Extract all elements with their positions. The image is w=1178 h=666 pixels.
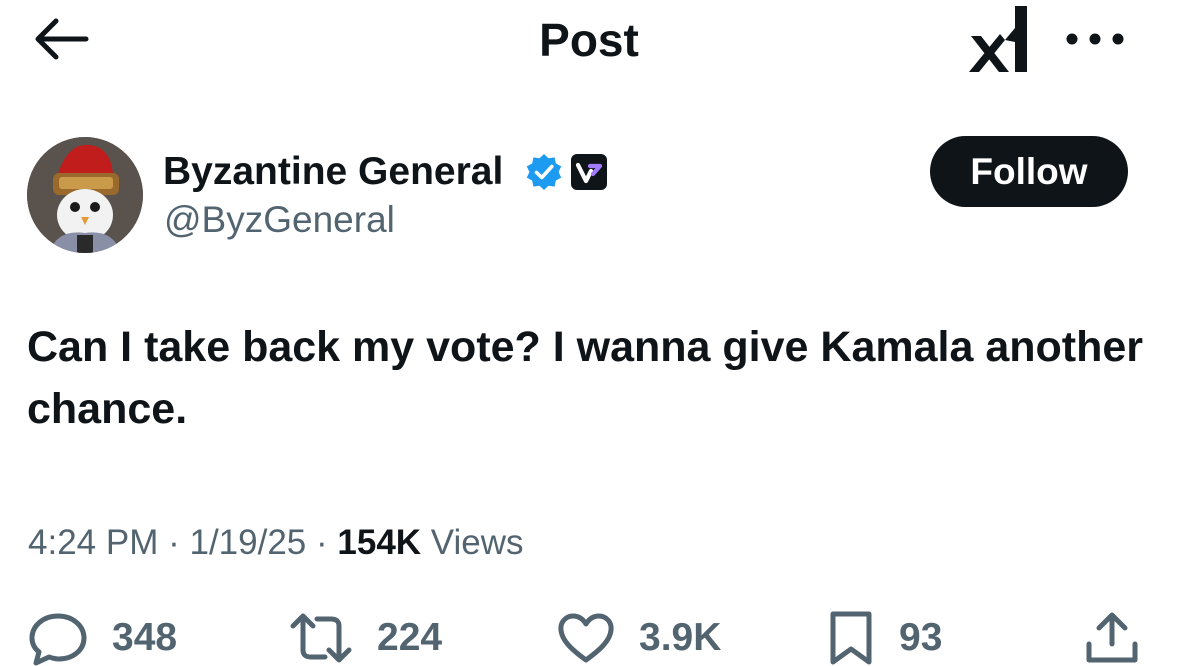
like-count: 3.9K: [639, 616, 722, 659]
verified-badge-icon: [524, 152, 564, 192]
post-text: Can I take back my vote? I wanna give Ka…: [27, 323, 1144, 433]
grok-logo-icon[interactable]: [965, 2, 1033, 74]
repost-count: 224: [377, 616, 443, 659]
post-metadata: 4:24 PM · 1/19/25 · 154K Views: [28, 520, 524, 566]
bookmark-icon: [830, 611, 872, 665]
share-icon: [1086, 612, 1138, 663]
affiliate-badge-icon: [569, 152, 609, 192]
follow-button[interactable]: Follow: [930, 136, 1128, 207]
heart-icon: [558, 613, 614, 663]
repost-button[interactable]: 224: [287, 610, 442, 666]
post-date[interactable]: 1/19/25: [189, 523, 306, 562]
separator: ·: [168, 523, 180, 562]
post-time[interactable]: 4:24 PM: [28, 523, 158, 562]
views-label: Views: [430, 523, 524, 562]
bookmark-button[interactable]: 93: [825, 610, 942, 666]
reply-button[interactable]: 348: [26, 610, 177, 666]
bookmark-count: 93: [899, 616, 943, 659]
repost-icon: [290, 613, 352, 663]
views-count: 154K: [337, 523, 422, 562]
like-button[interactable]: 3.9K: [555, 610, 721, 666]
more-options-icon[interactable]: [1060, 28, 1130, 50]
author-name[interactable]: Byzantine General: [163, 148, 503, 196]
reply-count: 348: [112, 616, 178, 659]
share-button[interactable]: [1083, 610, 1141, 666]
author-handle[interactable]: @ByzGeneral: [164, 196, 395, 244]
avatar[interactable]: [27, 137, 143, 253]
reply-icon: [29, 613, 87, 666]
separator: ·: [316, 523, 328, 562]
